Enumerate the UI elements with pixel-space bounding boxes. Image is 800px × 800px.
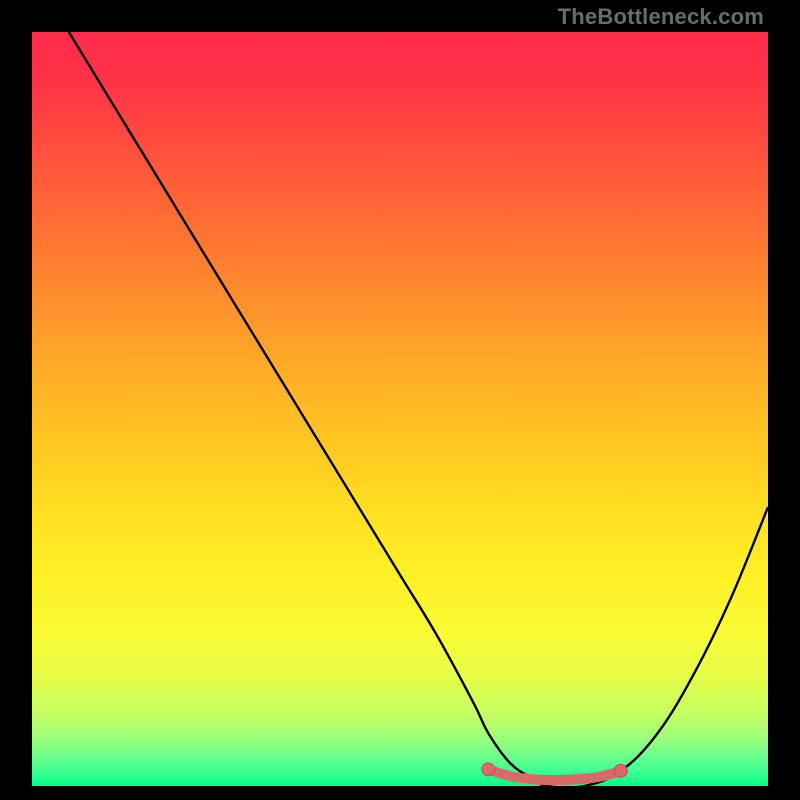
marker-dot [482,763,495,776]
curve-layer [32,32,768,786]
watermark-text: TheBottleneck.com [558,4,764,30]
chart-frame: TheBottleneck.com [0,0,800,800]
marker-dot [614,764,627,777]
bottleneck-curve [69,32,768,786]
optimal-range-line [488,769,620,780]
plot-area [32,32,768,786]
